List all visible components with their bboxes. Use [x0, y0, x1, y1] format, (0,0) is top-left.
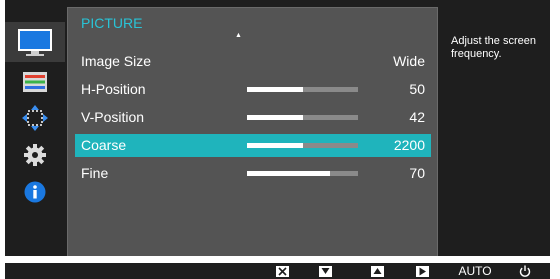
- enter-button[interactable]: [412, 263, 432, 279]
- up-button[interactable]: [367, 263, 387, 279]
- menu-item-value: 50: [409, 81, 425, 97]
- close-icon: [277, 266, 287, 276]
- down-button[interactable]: [315, 263, 335, 279]
- scroll-up-icon: ▲: [235, 32, 242, 39]
- power-button[interactable]: [515, 263, 535, 279]
- monitor-icon: [18, 29, 52, 56]
- menu-item-v-position[interactable]: V-Position 42: [75, 106, 431, 129]
- menu-item-value: Wide: [393, 53, 425, 69]
- up-triangle-icon: [373, 268, 381, 274]
- picture-settings-icon: [23, 72, 47, 92]
- help-text: Adjust the screen frequency.: [451, 35, 536, 60]
- osd-menu: PICTURE ▲ Image Size Wide H-Position 50 …: [5, 0, 550, 256]
- menu-panel: PICTURE ▲ Image Size Wide H-Position 50 …: [67, 7, 438, 256]
- sidebar-item-setup[interactable]: [5, 135, 65, 175]
- down-triangle-icon: [321, 268, 329, 274]
- menu-item-fine[interactable]: Fine 70: [75, 162, 431, 185]
- power-icon: [519, 265, 531, 277]
- category-sidebar: [5, 0, 65, 256]
- info-icon: [24, 181, 46, 203]
- menu-item-h-position[interactable]: H-Position 50: [75, 78, 431, 101]
- slider-fill: [247, 87, 303, 92]
- sidebar-item-information[interactable]: [5, 172, 65, 212]
- menu-item-label: H-Position: [81, 81, 146, 97]
- menu-item-coarse[interactable]: Coarse 2200: [75, 134, 431, 157]
- button-guide-bar: AUTO: [5, 263, 550, 279]
- help-panel: Adjust the screen frequency.: [438, 8, 550, 256]
- coarse-slider[interactable]: [247, 143, 358, 148]
- auto-button[interactable]: AUTO: [457, 263, 493, 279]
- slider-fill: [247, 171, 331, 176]
- position-arrows-icon: [22, 105, 48, 131]
- slider-fill: [247, 115, 303, 120]
- menu-title: PICTURE: [81, 15, 143, 31]
- close-button[interactable]: [272, 263, 292, 279]
- fine-slider[interactable]: [247, 171, 358, 176]
- menu-item-label: Image Size: [81, 53, 152, 69]
- menu-item-label: Coarse: [81, 137, 127, 153]
- right-triangle-icon: [419, 267, 426, 275]
- sidebar-item-color[interactable]: [5, 62, 65, 102]
- slider-fill: [247, 143, 303, 148]
- menu-item-value: 70: [409, 165, 425, 181]
- menu-item-label: V-Position: [81, 109, 145, 125]
- menu-item-image-size[interactable]: Image Size Wide: [75, 50, 431, 73]
- sidebar-item-picture[interactable]: [5, 22, 65, 62]
- menu-item-value: 42: [409, 109, 425, 125]
- auto-label: AUTO: [458, 264, 492, 278]
- sidebar-item-size-position[interactable]: [5, 98, 65, 138]
- menu-item-label: Fine: [81, 165, 109, 181]
- gear-icon: [24, 144, 46, 166]
- menu-item-value: 2200: [393, 137, 425, 153]
- h-position-slider[interactable]: [247, 87, 358, 92]
- v-position-slider[interactable]: [247, 115, 358, 120]
